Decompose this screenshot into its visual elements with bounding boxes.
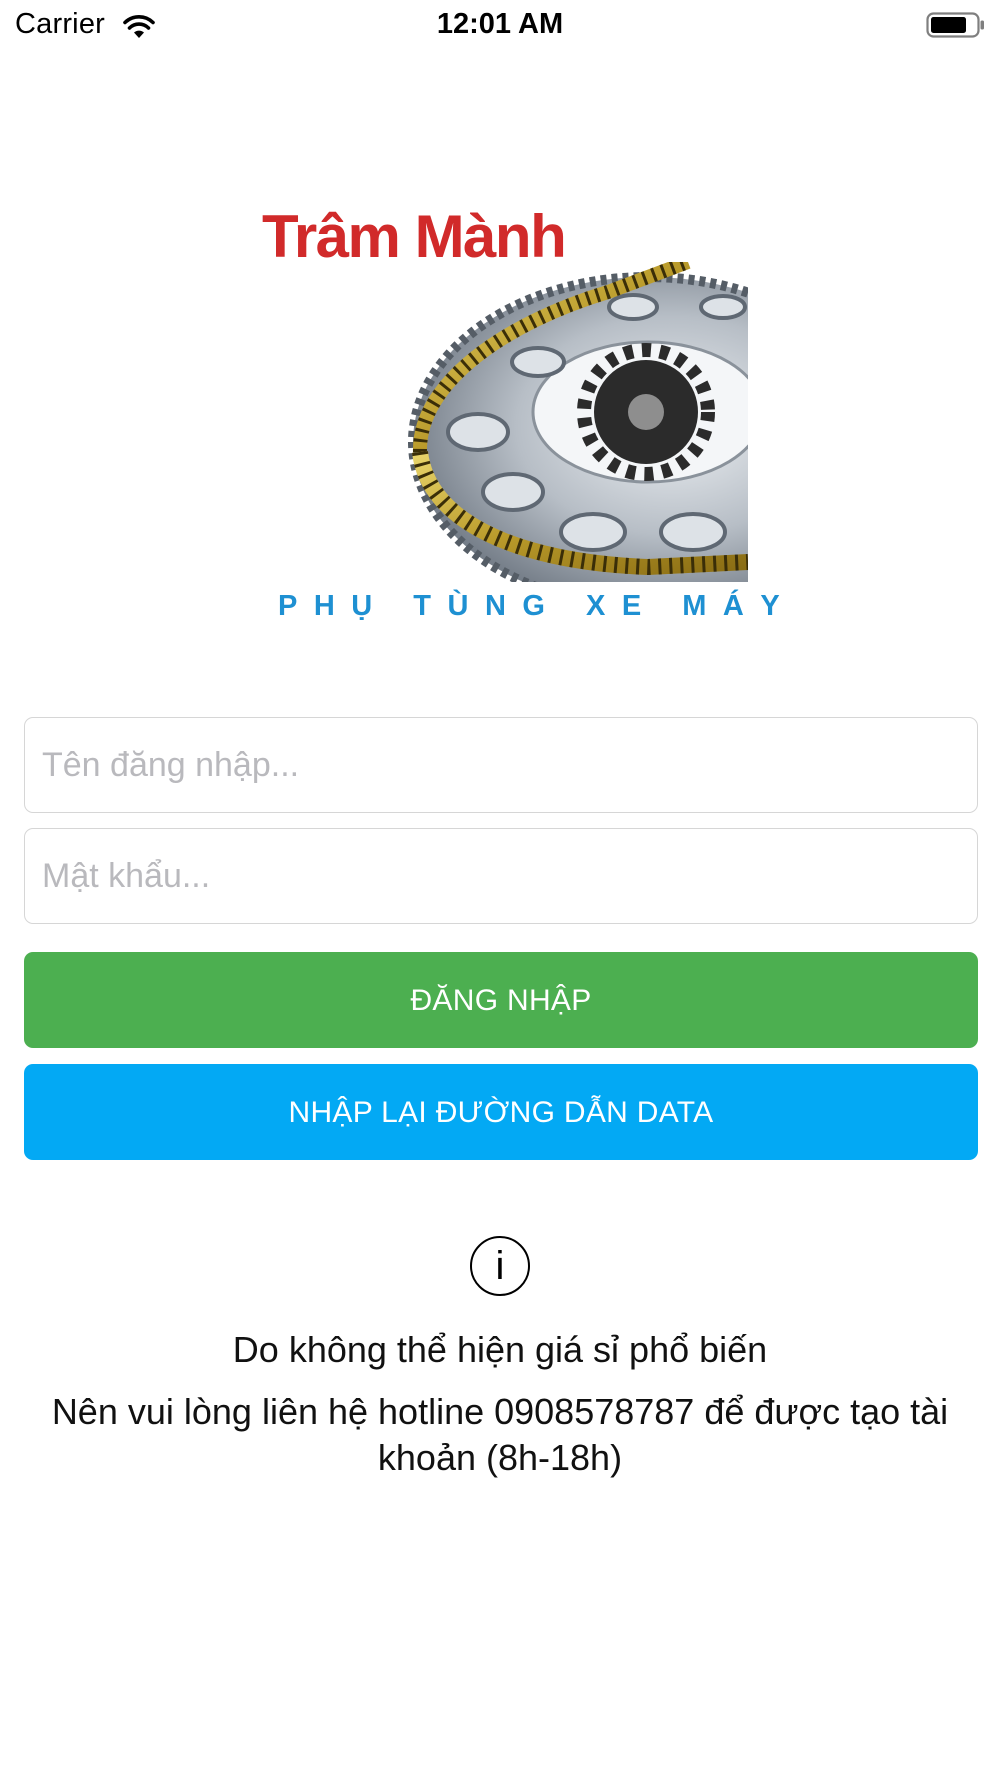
- reset-data-path-button[interactable]: NHẬP LẠI ĐƯỜNG DẪN DATA: [24, 1064, 978, 1160]
- password-field[interactable]: [24, 828, 978, 924]
- app-logo: Trâm Mành PHỤ TÙNG XE MÁY: [262, 200, 797, 632]
- info-message-line2: Nên vui lòng liên hệ hotline 0908578787 …: [51, 1391, 949, 1478]
- status-bar: Carrier 12:01 AM: [0, 0, 1000, 50]
- username-input[interactable]: [25, 718, 977, 812]
- chain-sprocket-image: [408, 262, 748, 582]
- info-message-line1: Do không thể hiện giá sỉ phổ biến: [232, 1329, 768, 1370]
- brand-tagline: PHỤ TÙNG XE MÁY: [278, 590, 797, 622]
- battery-icon: [926, 12, 984, 38]
- password-input[interactable]: [25, 829, 977, 923]
- info-icon: i: [470, 1236, 530, 1296]
- username-field[interactable]: [24, 717, 978, 813]
- clock: 12:01 AM: [436, 8, 564, 40]
- login-button[interactable]: ĐĂNG NHẬP: [24, 952, 978, 1048]
- login-screen: Carrier 12:01 AM Trâm Mành PHỤ TÙNG XE M…: [0, 0, 1000, 1778]
